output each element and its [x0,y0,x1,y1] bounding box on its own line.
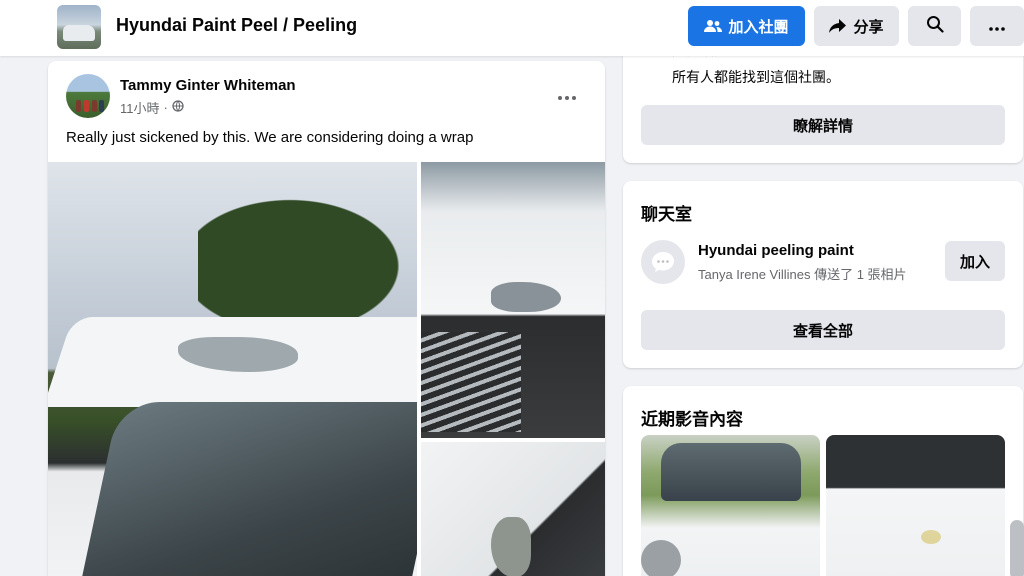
share-button[interactable]: 分享 [814,6,899,46]
author-avatar[interactable] [66,74,110,118]
more-options-button[interactable] [970,6,1024,46]
post-meta: 11小時 · [120,98,184,117]
ellipsis-icon [558,83,576,106]
meta-separator: · [163,100,168,115]
search-icon [926,15,944,37]
group-header-bar: Hyundai Paint Peel / Peeling 加入社團 分享 [0,0,1024,56]
about-card: 隱藏設定 所有人都能找到這個社團。 瞭解詳情 [623,40,1023,163]
chat-rooms-title: 聊天室 [641,205,692,224]
search-button[interactable] [908,6,961,46]
post-photo-hood[interactable] [421,162,605,438]
learn-more-button[interactable]: 瞭解詳情 [641,105,1005,145]
chat-room-last-message: Tanya Irene Villines 傳送了 1 張相片 [698,267,907,282]
share-arrow-icon [829,18,847,34]
post-card: Tammy Ginter Whiteman 11小時 · Really just… [48,61,605,576]
media-thumbnail[interactable] [826,435,1005,576]
join-group-button[interactable]: 加入社團 [688,6,805,46]
chat-rooms-card: 聊天室 Hyundai peeling paint Tanya Irene Vi… [623,181,1023,368]
see-all-chats-button[interactable]: 查看全部 [641,310,1005,350]
chat-bubble-icon[interactable] [641,240,685,284]
post-options-button[interactable] [552,79,582,109]
visibility-text: 所有人都能找到這個社團。 [672,69,840,85]
join-group-label: 加入社團 [728,18,789,36]
post-body-text: Really just sickened by this. We are con… [66,129,474,146]
page-scrollbar-thumb[interactable] [1010,520,1024,576]
recent-media-title: 近期影音內容 [641,410,743,429]
ellipsis-icon [989,18,1005,35]
post-author-name[interactable]: Tammy Ginter Whiteman [120,77,296,94]
group-title[interactable]: Hyundai Paint Peel / Peeling [116,15,357,36]
join-chat-button[interactable]: 加入 [945,241,1005,281]
media-thumbnail[interactable] [641,435,820,576]
post-timestamp[interactable]: 11小時 [120,98,160,117]
people-icon [704,19,723,33]
share-label: 分享 [853,18,884,36]
recent-media-card: 近期影音內容 [623,386,1023,576]
post-photo-main[interactable] [48,162,417,576]
group-cover-thumbnail[interactable] [57,5,101,49]
post-photo-hood-closeup[interactable] [421,442,605,576]
globe-icon [172,100,184,115]
chat-room-name[interactable]: Hyundai peeling paint [698,242,854,259]
